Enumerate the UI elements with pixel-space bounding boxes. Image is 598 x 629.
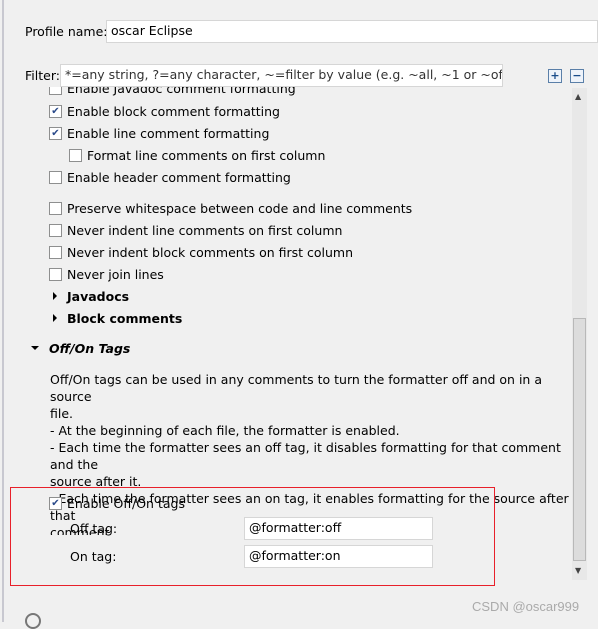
option-label: Enable block comment formatting xyxy=(67,103,280,119)
scroll-up-icon[interactable]: ▲ xyxy=(575,92,581,101)
option-javadoc[interactable]: Enable Javadoc comment formatting xyxy=(49,87,296,97)
option-label: Never indent line comments on first colu… xyxy=(67,222,343,238)
option-label: Preserve whitespace between code and lin… xyxy=(67,200,413,216)
expand-all-icon[interactable]: + xyxy=(548,69,562,83)
filter-label: Filter: xyxy=(25,68,60,83)
collapse-all-icon[interactable]: − xyxy=(570,69,584,83)
checkbox[interactable] xyxy=(49,170,62,184)
option-header-comment[interactable]: Enable header comment formatting xyxy=(49,168,291,186)
scroll-down-icon[interactable]: ▼ xyxy=(575,566,581,575)
description-line: file. xyxy=(50,406,74,421)
option-label: Never indent block comments on first col… xyxy=(67,244,354,260)
section-label: Off/On Tags xyxy=(49,340,131,356)
description-line: - Each time the formatter sees an off ta… xyxy=(50,440,561,472)
section-label: Javadocs xyxy=(67,288,130,304)
option-first-column[interactable]: Format line comments on first column xyxy=(69,146,325,164)
checkbox[interactable] xyxy=(49,201,62,215)
description-line: Off/On tags can be used in any comments … xyxy=(50,372,542,404)
option-never-indent-block[interactable]: Never indent block comments on first col… xyxy=(49,243,353,261)
checkbox[interactable] xyxy=(49,223,62,237)
profile-name-label: Profile name: xyxy=(25,24,108,39)
option-preserve-whitespace[interactable]: Preserve whitespace between code and lin… xyxy=(49,199,412,217)
section-javadocs[interactable]: Javadocs xyxy=(53,287,129,305)
section-offon-tags[interactable]: Off/On Tags xyxy=(31,339,130,357)
window-border xyxy=(2,0,4,622)
collapse-triangle-icon[interactable] xyxy=(31,346,39,350)
expand-triangle-icon[interactable] xyxy=(53,292,57,300)
option-label: Enable Javadoc comment formatting xyxy=(67,87,296,96)
highlight-box xyxy=(10,487,495,586)
scrollbar-thumb[interactable] xyxy=(573,318,586,561)
checkbox-checked[interactable]: ✔ xyxy=(49,126,62,140)
help-icon[interactable] xyxy=(25,613,41,629)
option-label: Format line comments on first column xyxy=(87,147,326,163)
option-label: Enable line comment formatting xyxy=(67,125,270,141)
watermark: CSDN @oscar999 xyxy=(472,599,580,614)
option-label: Enable header comment formatting xyxy=(67,169,291,185)
section-block-comments[interactable]: Block comments xyxy=(53,309,182,327)
option-never-indent-line[interactable]: Never indent line comments on first colu… xyxy=(49,221,342,239)
expand-triangle-icon[interactable] xyxy=(53,314,57,322)
checkbox[interactable] xyxy=(49,87,62,95)
checkbox-checked[interactable]: ✔ xyxy=(49,104,62,118)
filter-input[interactable]: *=any string, ?=any character, ~=filter … xyxy=(60,64,503,87)
section-label: Block comments xyxy=(67,310,183,326)
description-line: - At the beginning of each file, the for… xyxy=(50,423,400,438)
checkbox[interactable] xyxy=(49,245,62,259)
option-line-comment[interactable]: ✔ Enable line comment formatting xyxy=(49,124,269,142)
profile-name-input[interactable]: oscar Eclipse xyxy=(106,20,598,43)
checkbox[interactable] xyxy=(69,148,82,162)
option-never-join[interactable]: Never join lines xyxy=(49,265,164,283)
option-label: Never join lines xyxy=(67,266,164,282)
option-block-comment[interactable]: ✔ Enable block comment formatting xyxy=(49,102,280,120)
checkbox[interactable] xyxy=(49,267,62,281)
